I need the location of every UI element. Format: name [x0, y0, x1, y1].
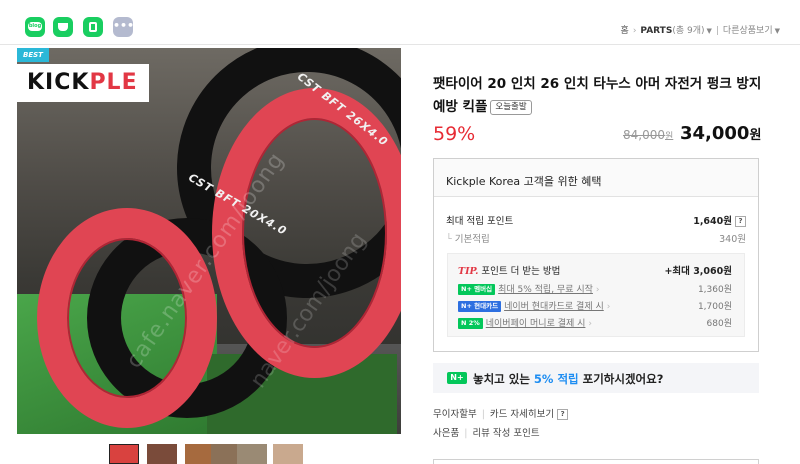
original-price: 84,000원: [623, 128, 674, 142]
chevron-down-icon[interactable]: ▼: [775, 27, 780, 35]
product-title: 팻타이어 20 인치 26 인치 타누스 아머 자전거 펑크 방지 예방 킥플 오…: [433, 76, 762, 115]
thumbnail-1[interactable]: [109, 444, 139, 464]
top-bar: blog ••• 홈 › PARTS(총 9개) ▼ | 다른상품보기 ▼: [0, 0, 800, 45]
share-more-icon[interactable]: •••: [113, 17, 134, 37]
tip-box: TIP. 포인트 더 받는 방법 +최대 3,060원 N+ 멤버십 최대 5% 적…: [447, 253, 745, 337]
max-points-value: 1,640원: [693, 216, 732, 227]
product-image[interactable]: CST BFT 26X4.0 CST BFT 20X4.0 cafe.naver…: [17, 48, 401, 434]
card-detail-link[interactable]: 카드 자세히보기: [490, 409, 554, 420]
share-blog-icon[interactable]: blog: [25, 17, 45, 37]
breadcrumb: 홈 › PARTS(총 9개) ▼ | 다른상품보기 ▼: [621, 23, 780, 36]
indent-arrow-icon: └: [446, 234, 452, 245]
max-points-row: 최대 적립 포인트 1,640원?: [446, 213, 746, 227]
naver-plus-badge: N+ 멤버십: [458, 284, 496, 295]
chevron-right-icon: ›: [606, 302, 611, 312]
thumbnail-5[interactable]: [237, 444, 267, 464]
thumbnail-2[interactable]: [147, 444, 177, 464]
review-points-link[interactable]: 리뷰 작성 포인트: [472, 428, 539, 439]
breadcrumb-sep-icon: |: [715, 26, 719, 36]
gift-link[interactable]: 사은품: [433, 428, 459, 439]
tip-row-card[interactable]: N+ 현대카드 네이버 현대카드로 결제 시 › 1,700원: [458, 299, 732, 312]
naver-plus-icon: N+: [447, 372, 467, 384]
tip-heading: TIP. 포인트 더 받는 방법: [458, 266, 561, 277]
interest-free-link[interactable]: 무이자할부: [433, 409, 477, 420]
share-cafe-icon[interactable]: [53, 17, 73, 37]
membership-banner[interactable]: N+ 놓치고 있는 5% 적립 포기하시겠어요?: [433, 363, 759, 393]
help-icon[interactable]: ?: [557, 409, 569, 420]
base-points-row: └ 기본적립 340원: [446, 234, 746, 245]
help-icon[interactable]: ?: [735, 216, 746, 227]
tip-row-money[interactable]: N 2% 네이버페이 머니로 결제 시 › 680원: [458, 316, 732, 329]
chevron-down-icon[interactable]: ▼: [706, 27, 711, 35]
share-band-icon[interactable]: [83, 17, 103, 37]
chevron-right-icon: ›: [588, 319, 593, 329]
naver-card-badge: N+ 현대카드: [458, 301, 502, 312]
other-products-link[interactable]: 다른상품보기: [723, 26, 773, 36]
banner-text: 놓치고 있는 5% 적립 포기하시겠어요?: [473, 372, 664, 386]
blog-label: blog: [28, 22, 42, 31]
benefit-heading: Kickple Korea 고객을 위한 혜택: [434, 159, 758, 197]
tip-row-membership[interactable]: N+ 멤버십 최대 5% 적립, 무료 시작 › 1,360원: [458, 282, 732, 295]
breadcrumb-count: (총 9개): [672, 26, 705, 36]
option-box-edge: [433, 459, 759, 464]
discount-rate: 59%: [433, 123, 476, 145]
breadcrumb-home[interactable]: 홈: [621, 26, 629, 36]
sale-price: 34,000원: [680, 123, 762, 144]
benefit-panel: Kickple Korea 고객을 위한 혜택 최대 적립 포인트 1,640원…: [433, 158, 759, 352]
naver-pay-badge: N 2%: [458, 318, 483, 329]
breadcrumb-sep-icon: ›: [632, 26, 637, 36]
payment-links: 무이자할부 | 카드 자세히보기?: [433, 406, 569, 420]
best-badge: BEST: [17, 48, 49, 62]
chevron-right-icon: ›: [595, 285, 600, 295]
extra-links: 사은품 | 리뷰 작성 포인트: [433, 428, 540, 439]
brand-logo: KICKPLE: [17, 64, 149, 102]
breadcrumb-category[interactable]: PARTS: [640, 26, 672, 36]
today-shipping-badge: 오늘출발: [490, 100, 532, 115]
tip-max-value: +최대 3,060원: [664, 266, 732, 277]
thumbnail-6[interactable]: [273, 444, 303, 464]
